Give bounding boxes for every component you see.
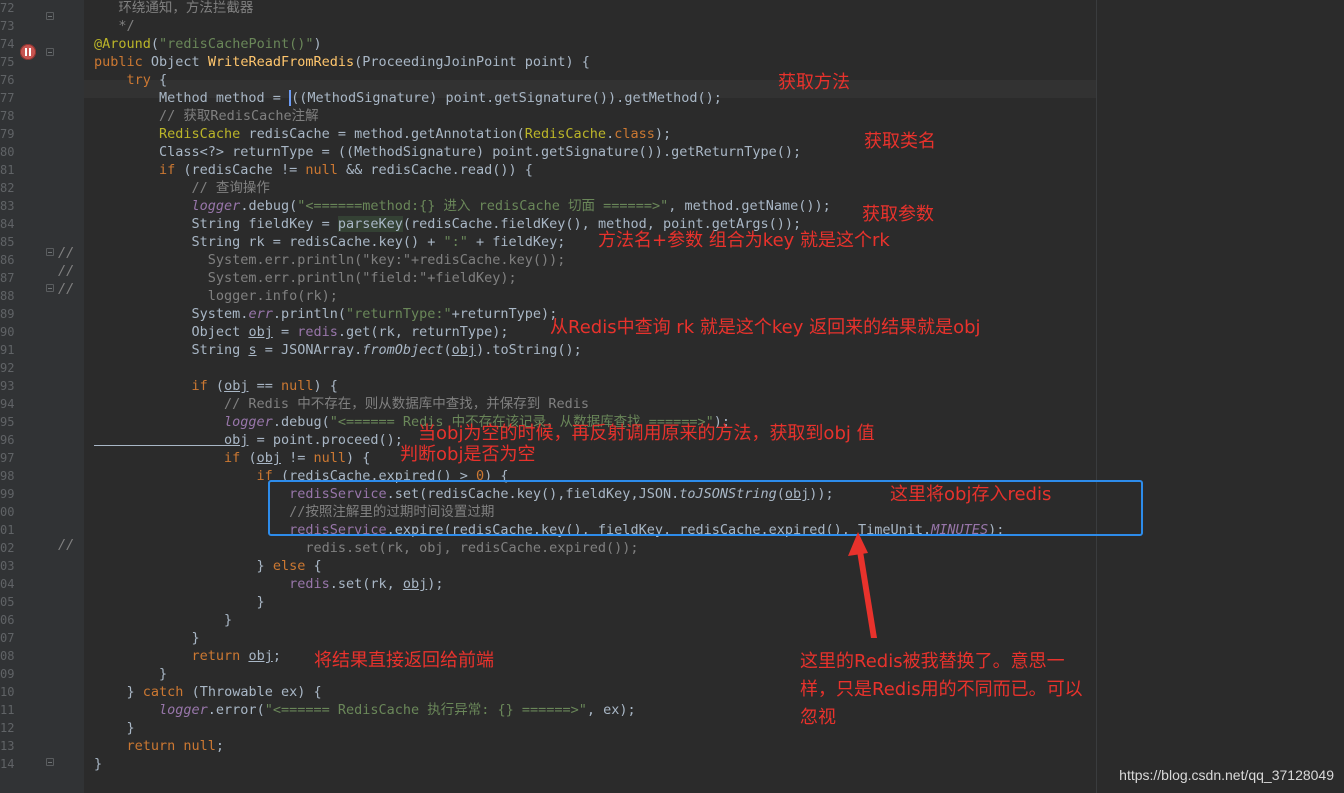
arrow-overlay [848, 532, 877, 638]
arrow-head [848, 532, 868, 556]
watermark: https://blog.csdn.net/qq_37128049 [1119, 767, 1334, 783]
arrow-shaft [856, 545, 877, 638]
